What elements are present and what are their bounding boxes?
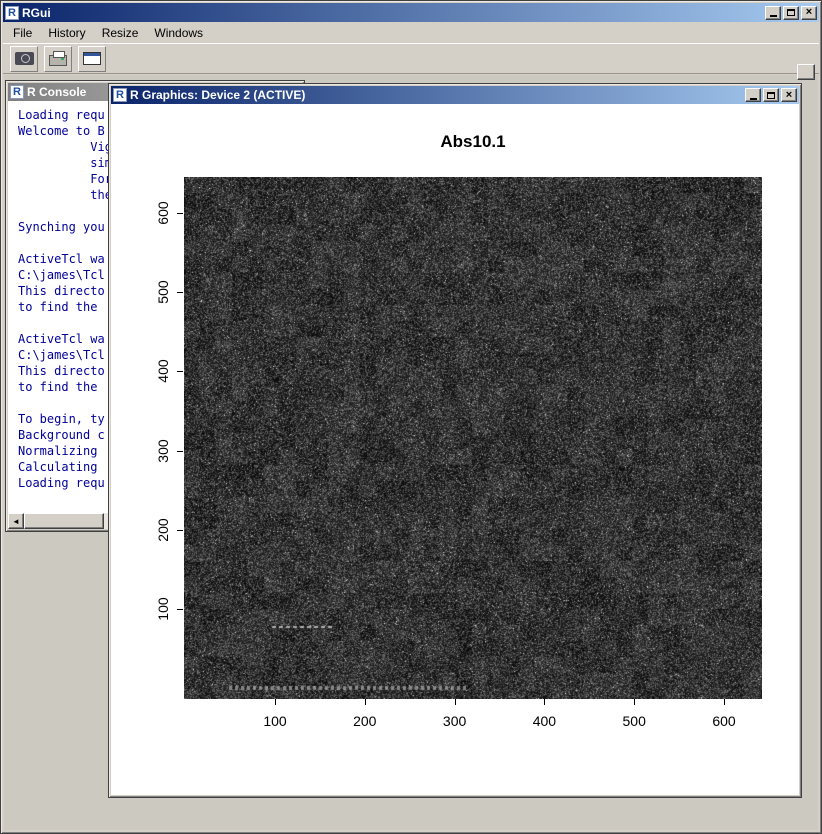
toolbar-print-button[interactable]	[44, 46, 72, 72]
x-axis-label: 600	[699, 713, 749, 729]
menubar: File History Resize Windows	[3, 22, 819, 43]
toolbar-camera-button[interactable]	[10, 46, 38, 72]
window-title: RGui	[22, 6, 762, 20]
minimize-icon	[770, 15, 777, 17]
plot-region: Abs10.1 100 200 300 400 500 600 100 200 300 400 50…	[111, 104, 799, 795]
maximize-icon	[767, 92, 775, 99]
r-logo-icon: R	[10, 85, 24, 99]
menu-item-file[interactable]: File	[5, 23, 40, 43]
plot-title: Abs10.1	[184, 132, 762, 152]
microarray-image	[184, 177, 762, 699]
x-axis-tick	[455, 699, 456, 705]
x-axis-tick	[544, 699, 545, 705]
toolbar	[3, 43, 819, 74]
y-axis-label: 300	[155, 431, 171, 471]
menu-item-resize[interactable]: Resize	[94, 23, 147, 43]
maximize-button[interactable]	[783, 6, 799, 20]
x-axis-tick	[634, 699, 635, 705]
menu-item-history[interactable]: History	[40, 23, 93, 43]
camera-icon	[15, 52, 34, 65]
x-axis-label: 400	[519, 713, 569, 729]
mdi-corner-button[interactable]	[797, 64, 815, 80]
x-axis-tick	[724, 699, 725, 705]
scroll-left-button[interactable]: ◄	[8, 513, 24, 529]
scroll-thumb[interactable]	[24, 513, 104, 529]
toolbar-window-button[interactable]	[78, 46, 106, 72]
printer-icon	[49, 55, 67, 66]
graphics-maximize-button[interactable]	[763, 88, 779, 102]
y-axis-label: 600	[155, 193, 171, 233]
x-axis-tick	[275, 699, 276, 705]
r-graphics-window[interactable]: R R Graphics: Device 2 (ACTIVE) × Abs10.…	[108, 83, 802, 798]
y-axis-tick	[177, 213, 183, 214]
x-axis-label: 200	[340, 713, 390, 729]
graphics-title: R Graphics: Device 2 (ACTIVE)	[130, 88, 742, 102]
x-axis-label: 500	[609, 713, 659, 729]
y-axis-tick	[177, 371, 183, 372]
y-axis-label: 400	[155, 351, 171, 391]
minimize-icon	[750, 98, 757, 100]
window-icon	[83, 52, 101, 65]
x-axis-tick	[365, 699, 366, 705]
y-axis-label: 100	[155, 589, 171, 629]
minimize-button[interactable]	[765, 6, 781, 20]
y-axis-tick	[177, 451, 183, 452]
graphics-minimize-button[interactable]	[745, 88, 761, 102]
y-axis-tick	[177, 530, 183, 531]
main-titlebar[interactable]: R RGui ×	[3, 3, 819, 22]
mdi-area: R R Console × Loading requWelcome to B V…	[4, 75, 818, 830]
menu-item-windows[interactable]: Windows	[146, 23, 211, 43]
graphics-close-button[interactable]: ×	[781, 88, 797, 102]
y-axis-label: 500	[155, 272, 171, 312]
y-axis-label: 200	[155, 510, 171, 550]
graphics-titlebar[interactable]: R R Graphics: Device 2 (ACTIVE) ×	[111, 86, 799, 104]
x-axis-label: 100	[250, 713, 300, 729]
y-axis-tick	[177, 292, 183, 293]
r-logo-icon: R	[113, 88, 127, 102]
rgui-window: R RGui × File History Resize Windows R R…	[0, 0, 822, 834]
r-logo-icon: R	[5, 6, 19, 20]
x-axis-label: 300	[430, 713, 480, 729]
y-axis-tick	[177, 609, 183, 610]
close-button[interactable]: ×	[801, 6, 817, 20]
maximize-icon	[787, 9, 795, 16]
